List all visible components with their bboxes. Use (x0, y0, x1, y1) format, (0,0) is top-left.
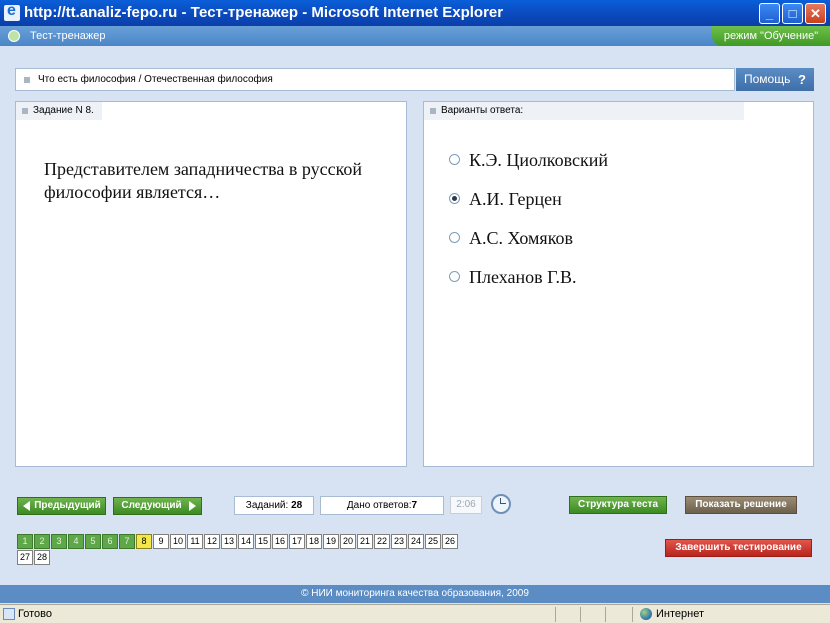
breadcrumb: Что есть философия / Отечественная филос… (15, 68, 735, 91)
window-title-bar: http://tt.analiz-fepo.ru - Тест-тренажер… (0, 0, 830, 26)
answer-option[interactable]: А.И. Герцен (449, 189, 608, 228)
question-number-cell[interactable]: 27 (17, 550, 33, 565)
question-number-grid: 1 2 3 4 5 6 7 8 9 10 11 12 13 14 15 16 17 18 19 20 21 22 23 24 2… (17, 533, 462, 565)
timer-display: 2:06 (450, 496, 482, 514)
question-number-cell[interactable]: 28 (34, 550, 50, 565)
answer-label: К.Э. Циолковский (469, 150, 608, 170)
mode-badge: режим "Обучение" (712, 26, 830, 46)
finish-test-button[interactable]: Завершить тестирование (665, 539, 812, 557)
question-number-cell[interactable]: 7 (119, 534, 135, 549)
question-number-cell[interactable]: 26 (442, 534, 458, 549)
tasks-count-box: Заданий: 28 (234, 496, 314, 515)
bullet-icon (22, 108, 28, 114)
copyright-footer: © НИИ мониторинга качества образования, … (0, 585, 830, 603)
answer-label: Плеханов Г.В. (469, 267, 577, 287)
answers-panel-header: Варианты ответа: (424, 102, 813, 120)
question-number-cell[interactable]: 4 (68, 534, 84, 549)
question-number-cell[interactable]: 15 (255, 534, 271, 549)
ie-icon (4, 0, 20, 24)
radio-button[interactable] (449, 232, 460, 243)
question-number-cell[interactable]: 11 (187, 534, 203, 549)
answer-list: К.Э. Циолковский А.И. Герцен А.С. Хомяко… (449, 150, 608, 306)
question-number-cell[interactable]: 13 (221, 534, 237, 549)
answer-option[interactable]: Плеханов Г.В. (449, 267, 608, 306)
question-number-cell[interactable]: 17 (289, 534, 305, 549)
question-number-cell[interactable]: 20 (340, 534, 356, 549)
task-panel: Задание N 8. Представителем западничеств… (15, 101, 407, 467)
question-number-cell[interactable]: 2 (34, 534, 50, 549)
show-solution-button[interactable]: Показать решение (685, 496, 797, 514)
task-number: Задание N 8. (33, 105, 94, 116)
question-number-cell[interactable]: 23 (391, 534, 407, 549)
question-number-cell[interactable]: 12 (204, 534, 220, 549)
answer-option[interactable]: К.Э. Циолковский (449, 150, 608, 189)
task-panel-header: Задание N 8. (16, 102, 406, 120)
answer-option[interactable]: А.С. Хомяков (449, 228, 608, 267)
help-icon: ? (798, 72, 806, 87)
test-structure-button[interactable]: Структура теста (569, 496, 667, 514)
question-number-cell[interactable]: 8 (136, 534, 152, 549)
window-title: http://tt.analiz-fepo.ru - Тест-тренажер… (24, 4, 504, 21)
internet-zone-icon (640, 608, 652, 620)
help-label: Помощь (744, 72, 791, 86)
app-header: Тест-тренажер (0, 26, 830, 46)
question-number-cell[interactable]: 22 (374, 534, 390, 549)
app-name: Тест-тренажер (30, 30, 106, 42)
radio-button[interactable] (449, 154, 460, 165)
clock-icon (491, 494, 511, 514)
status-bar: Готово Интернет (0, 604, 830, 623)
question-number-cell[interactable]: 24 (408, 534, 424, 549)
question-number-cell[interactable]: 5 (85, 534, 101, 549)
answered-count-box: Дано ответов:7 (320, 496, 444, 515)
question-number-cell[interactable]: 16 (272, 534, 288, 549)
breadcrumb-text: Что есть философия / Отечественная филос… (38, 74, 273, 85)
window-controls: _ □ ✕ (759, 3, 826, 24)
maximize-button[interactable]: □ (782, 3, 803, 24)
question-number-cell[interactable]: 1 (17, 534, 33, 549)
answer-label: А.И. Герцен (469, 189, 562, 209)
prev-button[interactable]: Предыдущий (17, 497, 106, 515)
question-number-cell[interactable]: 18 (306, 534, 322, 549)
question-number-cell[interactable]: 19 (323, 534, 339, 549)
radio-button[interactable] (449, 193, 460, 204)
status-text: Готово (18, 608, 52, 620)
app-logo-icon (8, 30, 20, 42)
page-icon (3, 608, 15, 620)
arrow-left-icon (23, 501, 30, 511)
close-button[interactable]: ✕ (805, 3, 826, 24)
security-zone: Интернет (656, 608, 704, 620)
question-text: Представителем западничества в русской ф… (44, 159, 363, 202)
help-button[interactable]: Помощь ? (736, 68, 814, 91)
minimize-button[interactable]: _ (759, 3, 780, 24)
answers-panel: Варианты ответа: К.Э. Циолковский А.И. Г… (423, 101, 814, 467)
question-number-cell[interactable]: 14 (238, 534, 254, 549)
question-number-cell[interactable]: 6 (102, 534, 118, 549)
question-number-cell[interactable]: 3 (51, 534, 67, 549)
bullet-icon (24, 77, 30, 83)
question-number-cell[interactable]: 21 (357, 534, 373, 549)
answers-header: Варианты ответа: (441, 105, 524, 116)
next-button[interactable]: Следующий (113, 497, 202, 515)
bullet-icon (430, 108, 436, 114)
tasks-count: 28 (291, 500, 303, 511)
answer-label: А.С. Хомяков (469, 228, 574, 248)
answered-count: 7 (411, 500, 418, 511)
arrow-right-icon (189, 501, 196, 511)
question-number-cell[interactable]: 10 (170, 534, 186, 549)
question-number-cell[interactable]: 9 (153, 534, 169, 549)
question-number-cell[interactable]: 25 (425, 534, 441, 549)
radio-button[interactable] (449, 271, 460, 282)
